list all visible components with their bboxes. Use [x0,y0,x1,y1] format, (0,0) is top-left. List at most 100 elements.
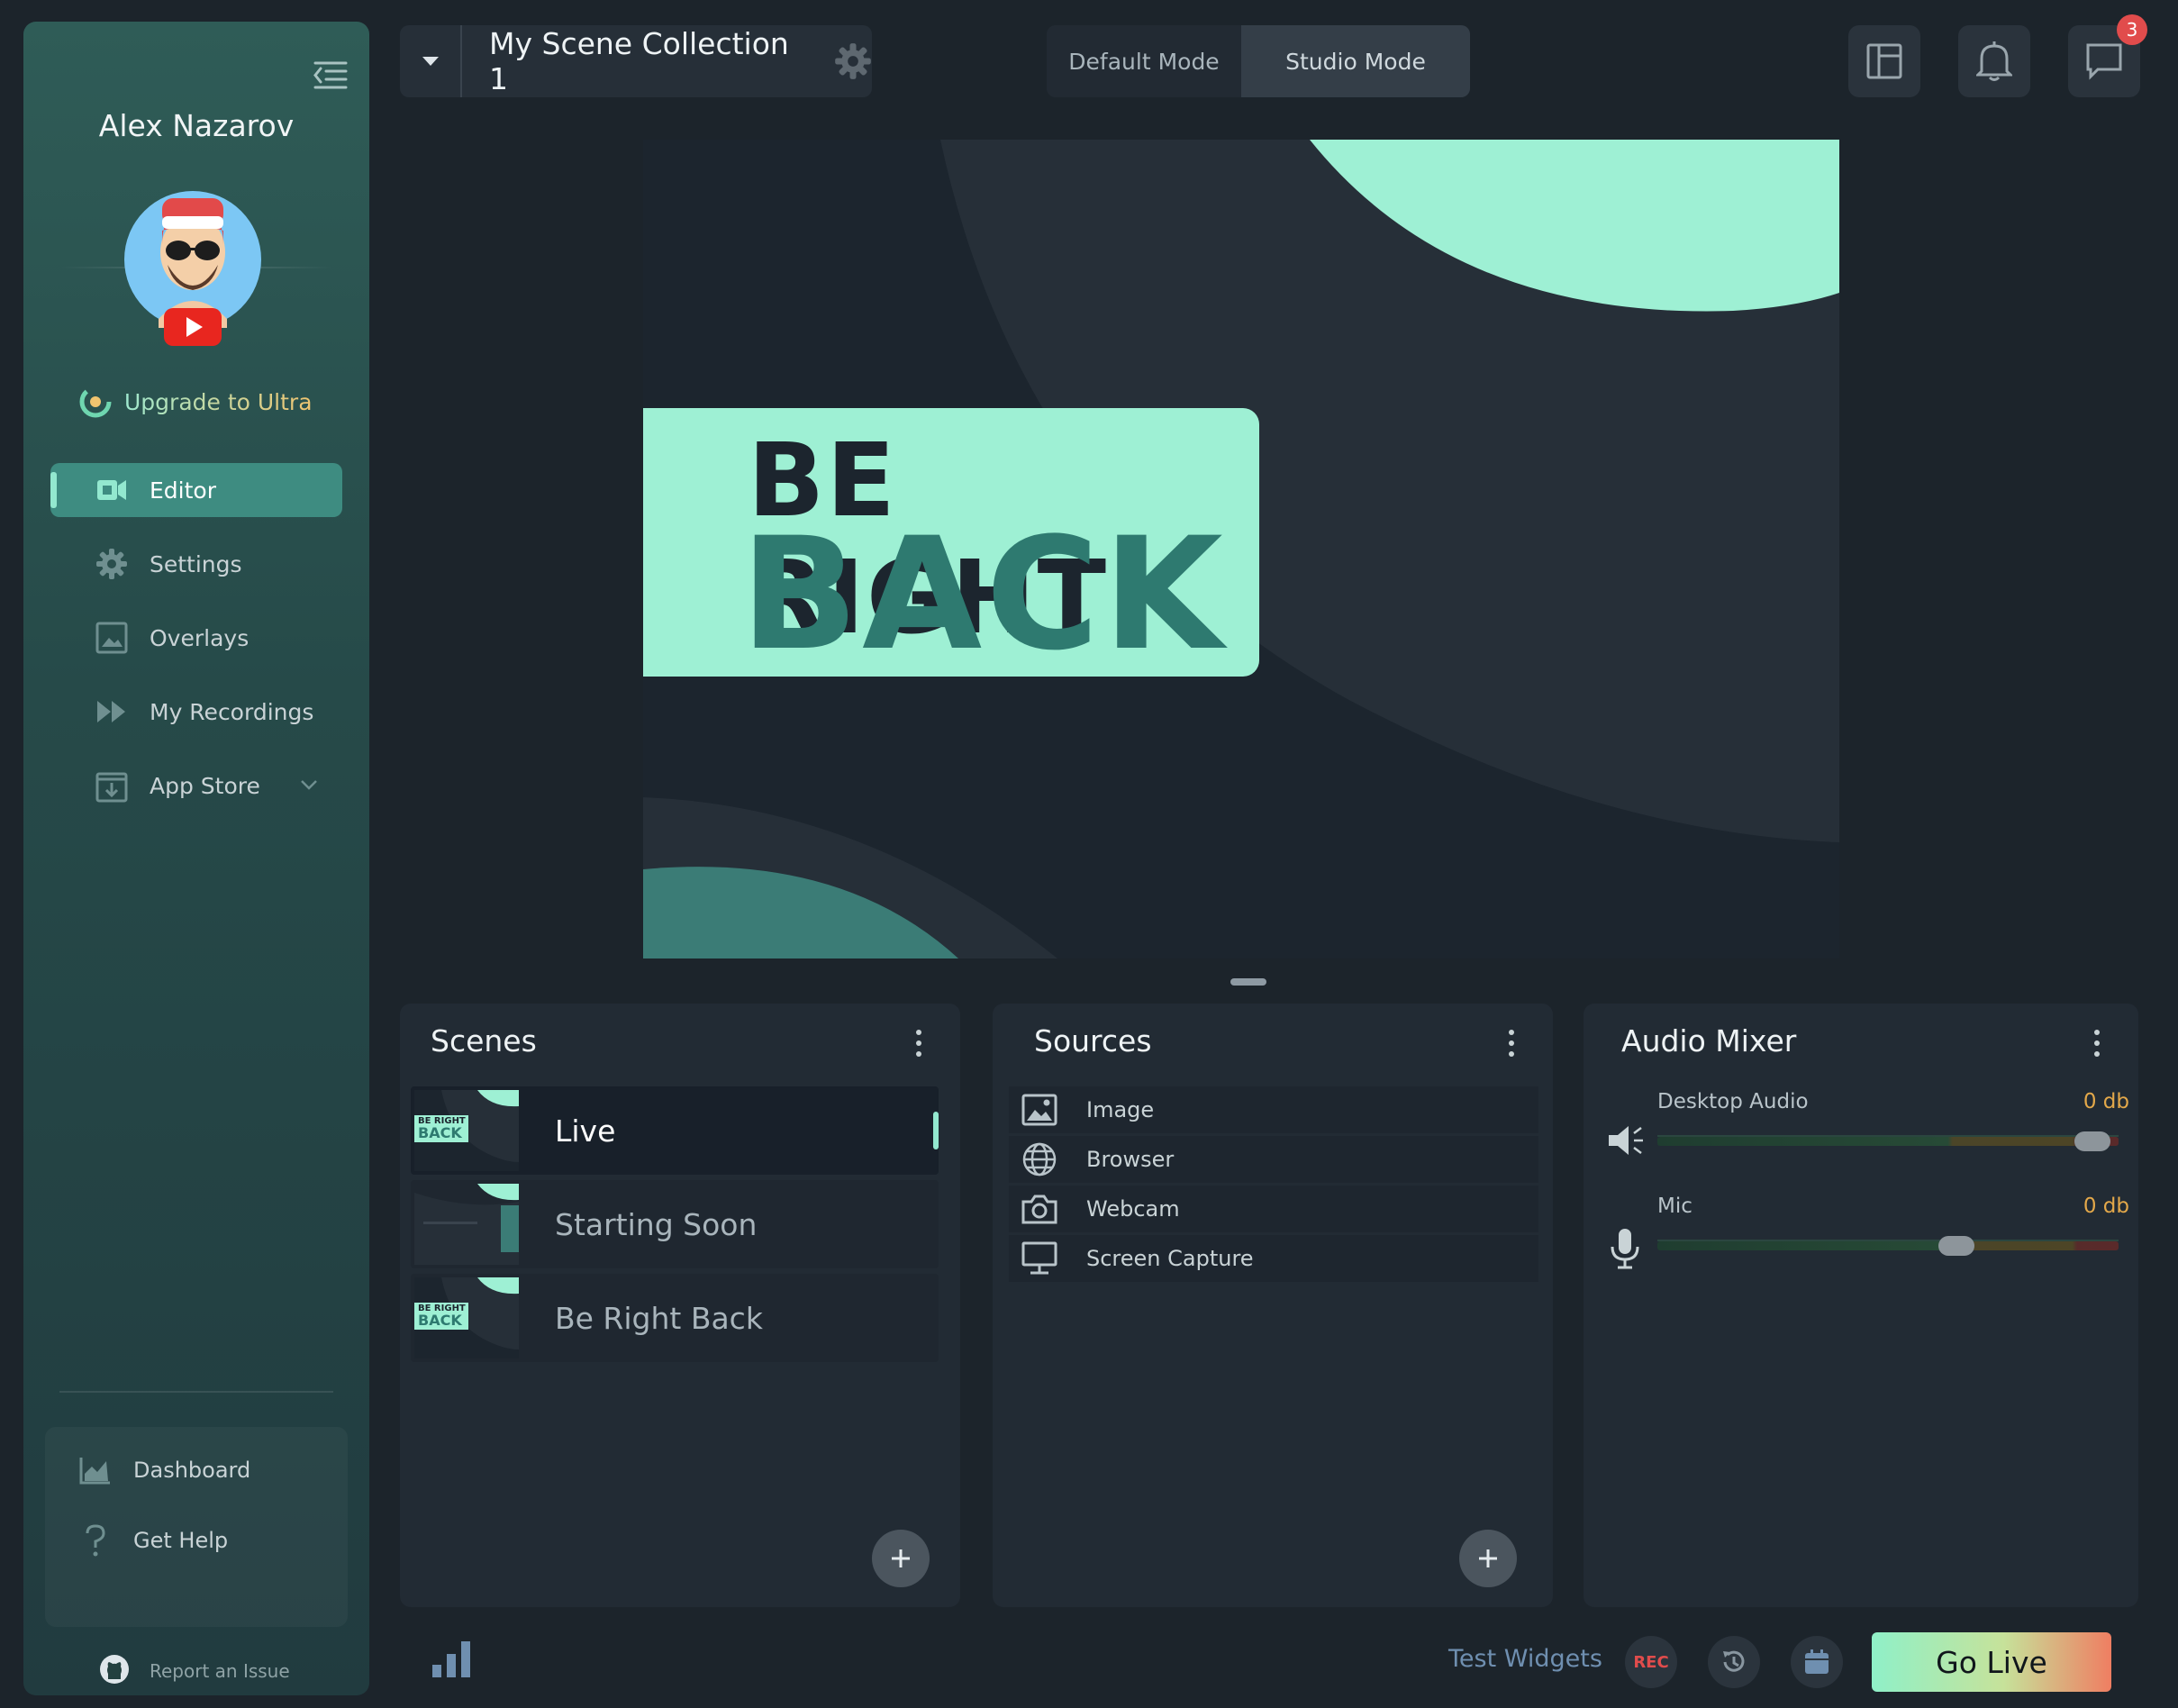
avatar[interactable] [123,175,263,346]
sidebar-bottom-menu: Dashboard Get Help [45,1427,348,1627]
speaker-icon[interactable] [1607,1122,1647,1162]
mixer-channel-name: Mic [1657,1195,1692,1218]
gear-icon[interactable] [834,42,872,80]
collapse-sidebar-icon[interactable] [310,58,351,94]
sidebar-item-editor[interactable]: Editor [50,463,342,517]
scene-row-starting-soon[interactable]: Starting Soon [411,1180,939,1268]
scene-collection-selector: My Scene Collection 1 [400,25,872,97]
globe-icon [1016,1141,1063,1177]
brb-banner: BE RIGHT BACK [643,408,1259,685]
monitor-icon [1016,1241,1063,1276]
preview-resize-handle[interactable] [1230,978,1266,986]
sidebar-item-overlays[interactable]: Overlays [50,611,342,665]
scene-thumbnail: BE RIGHT BACK [414,1277,519,1358]
layout-icon [1866,43,1902,79]
scene-preview[interactable]: BE RIGHT BACK [643,140,1839,958]
sidebar-item-label: Settings [150,550,242,577]
scene-thumbnail: BE RIGHT BACK [414,1090,519,1171]
scenes-title: Scenes [431,1023,537,1058]
more-vertical-icon[interactable] [910,1025,928,1061]
source-row-webcam[interactable]: Webcam [1009,1186,1538,1232]
schedule-stream-button[interactable] [1791,1636,1843,1688]
sidebar-item-recordings[interactable]: My Recordings [50,685,342,739]
mixer-channel-db: 0 db [2083,1195,2129,1218]
sidebar-item-dashboard[interactable]: Dashboard [45,1445,348,1495]
scene-collection-dropdown[interactable] [400,25,462,97]
volume-meter [1657,1236,2119,1256]
scene-row-live[interactable]: BE RIGHT BACK Live [411,1086,939,1175]
scenes-panel: Scenes BE RIGHT BACK Live Starting Soon … [400,1004,960,1607]
image-icon [1016,1094,1063,1126]
rec-label: REC [1633,1652,1669,1672]
audio-mixer-panel: Audio Mixer Desktop Audio 0 db Mic 0 db [1584,1004,2138,1607]
video-camera-icon [94,472,130,508]
more-vertical-icon[interactable] [1502,1025,1520,1061]
camera-icon [1016,1193,1063,1225]
go-live-button[interactable]: Go Live [1872,1632,2111,1692]
source-row-browser[interactable]: Browser [1009,1136,1538,1183]
sidebar-item-label: Editor [150,477,216,504]
performance-stats-icon[interactable] [431,1640,474,1683]
report-issue-label: Report an Issue [150,1660,290,1682]
mixer-channel-name: Desktop Audio [1657,1090,1809,1113]
microphone-icon[interactable] [1607,1227,1643,1274]
sources-panel: Sources Image Browser Webcam Screen Capt… [993,1004,1553,1607]
sidebar-item-help[interactable]: Get Help [45,1515,348,1566]
test-widgets-button[interactable]: Test Widgets [1448,1645,1602,1673]
sources-title: Sources [1034,1023,1152,1058]
upgrade-link[interactable]: Upgrade to Ultra [77,384,313,420]
mixer-channel-mic: Mic 0 db [1607,1195,2129,1269]
caret-down-icon [422,57,439,66]
plus-icon [892,1549,910,1567]
add-scene-button[interactable] [872,1530,930,1587]
scene-thumbnail [414,1184,519,1265]
sidebar: Alex Nazarov Upgrade to Ultra Editor Set… [23,22,369,1695]
calendar-icon [1805,1649,1829,1674]
thumb-text-2: BACK [418,1312,462,1329]
source-label: Screen Capture [1086,1246,1254,1271]
upgrade-label: Upgrade to Ultra [124,388,313,415]
record-button[interactable]: REC [1625,1636,1677,1688]
chevron-down-icon[interactable] [299,775,319,798]
scene-label: Be Right Back [555,1300,763,1336]
source-row-image[interactable]: Image [1009,1086,1538,1133]
default-mode-button[interactable]: Default Mode [1047,25,1241,97]
plus-icon [1479,1549,1497,1567]
ultra-icon [79,386,112,418]
scene-list: BE RIGHT BACK Live Starting Soon BE RIGH… [411,1086,939,1367]
source-row-screen-capture[interactable]: Screen Capture [1009,1235,1538,1282]
sidebar-item-label: Dashboard [133,1458,251,1483]
sidebar-item-label: Get Help [133,1528,229,1553]
github-icon [99,1654,130,1688]
notifications-button[interactable] [1958,25,2030,97]
add-source-button[interactable] [1459,1530,1517,1587]
mixer-channel-db: 0 db [2083,1090,2129,1113]
replay-buffer-button[interactable] [1708,1636,1760,1688]
download-box-icon [94,768,130,804]
sidebar-item-app-store[interactable]: App Store [50,759,342,813]
chat-icon [2086,43,2122,80]
report-issue-link[interactable]: Report an Issue [99,1654,290,1688]
source-label: Browser [1086,1147,1175,1172]
audio-mixer-title: Audio Mixer [1621,1023,1797,1058]
source-list: Image Browser Webcam Screen Capture [1009,1086,1538,1285]
area-chart-icon [77,1456,113,1485]
volume-slider-knob[interactable] [2074,1131,2110,1151]
more-vertical-icon[interactable] [2088,1025,2106,1061]
gear-icon [94,546,130,582]
scene-label: Starting Soon [555,1206,758,1242]
volume-slider-knob[interactable] [1938,1236,1974,1256]
scene-label: Live [555,1113,616,1149]
sidebar-divider [59,1391,333,1393]
mode-toggle: Default Mode Studio Mode [1047,25,1470,97]
chat-button[interactable]: 3 [2068,14,2147,97]
image-icon [94,620,130,656]
sidebar-item-settings[interactable]: Settings [50,537,342,591]
layout-button[interactable] [1848,25,1920,97]
scene-collection-title[interactable]: My Scene Collection 1 [489,26,812,96]
scene-row-be-right-back[interactable]: BE RIGHT BACK Be Right Back [411,1274,939,1362]
volume-meter [1657,1131,2119,1151]
sidebar-item-label: My Recordings [150,698,314,725]
bell-icon [1976,41,2012,81]
studio-mode-button[interactable]: Studio Mode [1241,25,1470,97]
